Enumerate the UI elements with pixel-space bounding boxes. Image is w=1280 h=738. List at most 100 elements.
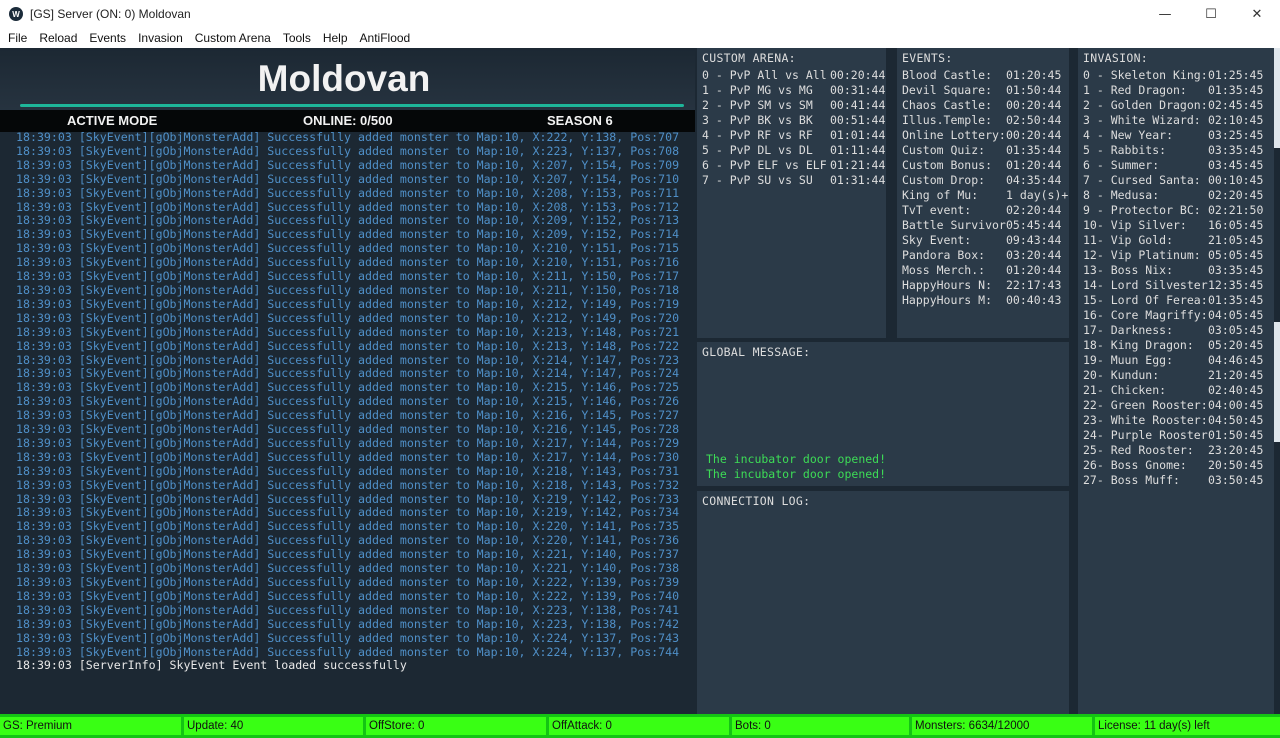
log-line: 18:39:03 [SkyEvent][gObjMonsterAdd] Succ…: [16, 547, 680, 562]
event-row: HappyHours M: 00:40:43: [902, 293, 1061, 307]
event-name: Blood Castle:: [902, 68, 993, 82]
invasion-time: 03:35:45: [1208, 143, 1264, 157]
event-time: 22:17:43: [1006, 278, 1062, 292]
invasion-time: 03:50:45: [1208, 473, 1264, 487]
invasion-time: 04:05:45: [1208, 308, 1264, 322]
connection-log-panel: CONNECTION LOG:: [697, 491, 1069, 714]
log-line: 18:39:03 [SkyEvent][gObjMonsterAdd] Succ…: [16, 143, 680, 158]
log-line: 18:39:03 [SkyEvent][gObjMonsterAdd] Succ…: [16, 352, 680, 367]
invasion-row: 9 - Protector BC: 02:21:50: [1083, 203, 1263, 217]
invasion-time: 03:45:45: [1208, 158, 1264, 172]
event-time: 00:40:43: [1006, 293, 1062, 307]
log-line: 18:39:03 [SkyEvent][gObjMonsterAdd] Succ…: [16, 533, 680, 548]
arena-time: 00:41:44: [830, 98, 886, 112]
log-line: 18:39:03 [SkyEvent][gObjMonsterAdd] Succ…: [16, 282, 680, 297]
invasion-row: 23- White Rooster: 04:50:45: [1083, 413, 1263, 427]
invasion-name: 10- Vip Silver:: [1083, 218, 1187, 232]
season-label: SEASON 6: [547, 113, 613, 128]
log-line: 18:39:03 [SkyEvent][gObjMonsterAdd] Succ…: [16, 435, 680, 450]
log-line: 18:39:03 [SkyEvent][gObjMonsterAdd] Succ…: [16, 338, 680, 353]
log-line: 18:39:03 [SkyEvent][gObjMonsterAdd] Succ…: [16, 241, 680, 256]
log-line: 18:39:03 [SkyEvent][gObjMonsterAdd] Succ…: [16, 227, 680, 242]
invasion-time: 12:35:45: [1208, 278, 1264, 292]
invasion-time: 16:05:45: [1208, 218, 1264, 232]
event-name: King of Mu:: [902, 188, 979, 202]
arena-time: 00:31:44: [830, 83, 886, 97]
event-time: 01:20:44: [1006, 263, 1062, 277]
event-name: Chaos Castle:: [902, 98, 993, 112]
mode-label: ACTIVE MODE: [67, 113, 158, 128]
menu-events[interactable]: Events: [83, 28, 132, 48]
scrollbar-edge[interactable]: [1274, 322, 1280, 442]
invasion-name: 21- Chicken:: [1083, 383, 1167, 397]
events-panel: EVENTS: Blood Castle: 01:20:45 Devil Squar…: [897, 48, 1069, 338]
arena-time: 01:01:44: [830, 128, 886, 142]
window-controls: — ☐ ✕: [1142, 0, 1280, 28]
invasion-row: 25- Red Rooster: 23:20:45: [1083, 443, 1263, 457]
event-time: 01:20:44: [1006, 158, 1062, 172]
invasion-row: 26- Boss Gnome: 20:50:45: [1083, 458, 1263, 472]
event-name: Moss Merch.:: [902, 263, 986, 277]
event-time: 01:50:44: [1006, 83, 1062, 97]
custom-arena-panel: CUSTOM ARENA: 0 - PvP All vs All 00:20:44…: [697, 48, 886, 338]
log-line: 18:39:03 [SkyEvent][gObjMonsterAdd] Succ…: [16, 366, 680, 381]
invasion-name: 8 - Medusa:: [1083, 188, 1160, 202]
menu-custom-arena[interactable]: Custom Arena: [189, 28, 277, 48]
log-line: 18:39:03 [SkyEvent][gObjMonsterAdd] Succ…: [16, 588, 680, 603]
invasion-time: 02:45:45: [1208, 98, 1264, 112]
status-bots: Bots: 0: [732, 717, 909, 735]
event-row: Custom Drop: 04:35:44: [902, 173, 1061, 187]
event-name: Pandora Box:: [902, 248, 986, 262]
invasion-time: 02:21:50: [1208, 203, 1264, 217]
custom-arena-title: CUSTOM ARENA:: [702, 51, 796, 65]
arena-row: 0 - PvP All vs All 00:20:44: [702, 68, 885, 82]
log-line-final: 18:39:03 [ServerInfo] SkyEvent Event loa…: [16, 658, 407, 673]
arena-row: 1 - PvP MG vs MG 00:31:44: [702, 83, 885, 97]
server-name: Moldovan: [257, 58, 431, 99]
invasion-row: 6 - Summer: 03:45:45: [1083, 158, 1263, 172]
event-time: 04:35:44: [1006, 173, 1062, 187]
minimize-icon[interactable]: —: [1142, 0, 1188, 28]
global-message-line: The incubator door opened!: [706, 467, 887, 481]
close-icon[interactable]: ✕: [1234, 0, 1280, 28]
invasion-time: 05:05:45: [1208, 248, 1264, 262]
invasion-time: 21:05:45: [1208, 233, 1264, 247]
menu-file[interactable]: File: [0, 28, 33, 48]
arena-time: 01:21:44: [830, 158, 886, 172]
invasion-row: 16- Core Magriffy: 04:05:45: [1083, 308, 1263, 322]
invasion-name: 12- Vip Platinum:: [1083, 248, 1201, 262]
event-time: 03:20:44: [1006, 248, 1062, 262]
event-row: Custom Quiz: 01:35:44: [902, 143, 1061, 157]
invasion-time: 03:35:45: [1208, 263, 1264, 277]
window-title: [GS] Server (ON: 0) Moldovan: [30, 7, 191, 21]
log-line: 18:39:03 [SkyEvent][gObjMonsterAdd] Succ…: [16, 616, 680, 631]
invasion-time: 04:46:45: [1208, 353, 1264, 367]
event-row: Battle Survivor 05:45:44: [902, 218, 1061, 232]
invasion-name: 18- King Dragon:: [1083, 338, 1194, 352]
maximize-icon[interactable]: ☐: [1188, 0, 1234, 28]
connection-log-title: CONNECTION LOG:: [702, 494, 811, 508]
event-name: Battle Survivor: [902, 218, 1006, 232]
invasion-row: 12- Vip Platinum: 05:05:45: [1083, 248, 1263, 262]
event-time: 09:43:44: [1006, 233, 1062, 247]
event-name: Custom Drop:: [902, 173, 986, 187]
log-line: 18:39:03 [SkyEvent][gObjMonsterAdd] Succ…: [16, 199, 680, 214]
global-message-line: The incubator door opened!: [706, 452, 887, 466]
event-row: Sky Event: 09:43:44: [902, 233, 1061, 247]
menu-tools[interactable]: Tools: [277, 28, 317, 48]
scrollbar-edge[interactable]: [1274, 48, 1280, 148]
invasion-row: 13- Boss Nix: 03:35:45: [1083, 263, 1263, 277]
menu-reload[interactable]: Reload: [33, 28, 83, 48]
arena-row: 6 - PvP ELF vs ELF 01:21:44: [702, 158, 885, 172]
menu-help[interactable]: Help: [317, 28, 354, 48]
invasion-name: 23- White Rooster:: [1083, 413, 1208, 427]
menu-invasion[interactable]: Invasion: [132, 28, 189, 48]
invasion-row: 2 - Golden Dragon: 02:45:45: [1083, 98, 1263, 112]
menu-antiflood[interactable]: AntiFlood: [354, 28, 417, 48]
log-line: 18:39:03 [SkyEvent][gObjMonsterAdd] Succ…: [16, 269, 680, 284]
log-line: 18:39:03 [SkyEvent][gObjMonsterAdd] Succ…: [16, 255, 680, 270]
event-row: TvT event: 02:20:44: [902, 203, 1061, 217]
invasion-time: 03:05:45: [1208, 323, 1264, 337]
event-name: Online Lottery:: [902, 128, 1006, 142]
event-row: Custom Bonus: 01:20:44: [902, 158, 1061, 172]
